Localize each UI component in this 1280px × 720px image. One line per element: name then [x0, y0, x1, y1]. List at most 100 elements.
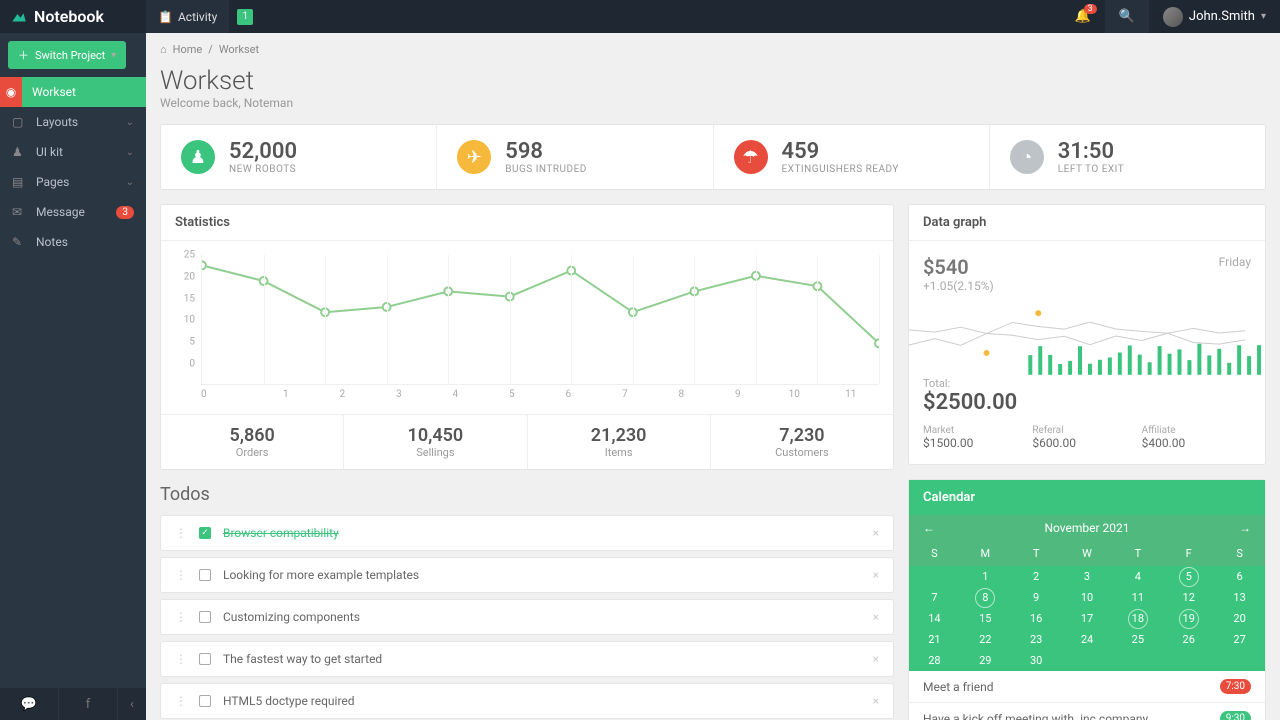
cal-day[interactable]: 7 — [909, 587, 960, 608]
cal-day[interactable]: 23 — [1011, 629, 1062, 650]
cal-day[interactable]: 29 — [960, 650, 1011, 671]
activity-button[interactable]: 📋 Activity — [146, 0, 229, 33]
search-button[interactable]: 🔍 — [1105, 0, 1149, 33]
todo-delete[interactable]: × — [873, 526, 879, 540]
datagraph-title: Data graph — [909, 205, 1265, 241]
facebook-icon[interactable]: f — [59, 688, 118, 720]
nav-layouts[interactable]: ▢Layouts⌄ — [0, 107, 146, 137]
cal-day[interactable]: 25 — [1112, 629, 1163, 650]
cal-day[interactable]: 26 — [1163, 629, 1214, 650]
drag-handle[interactable]: ⋮ — [175, 652, 187, 666]
stats-row: ♟52,000NEW ROBOTS✈598BUGS INTRUDED☂459EX… — [160, 124, 1266, 190]
cal-day[interactable]: 14 — [909, 608, 960, 629]
activity-count[interactable]: 1 — [237, 9, 253, 25]
cal-day — [1062, 650, 1113, 671]
cal-day[interactable]: 28 — [909, 650, 960, 671]
notifications-button[interactable]: 🔔 3 — [1061, 0, 1105, 33]
stat-label: LEFT TO EXIT — [1058, 164, 1124, 175]
chat-icon[interactable]: 💬 — [0, 688, 59, 720]
cal-dow: S — [1214, 541, 1265, 566]
cal-day — [1112, 650, 1163, 671]
stat-cell: ♟52,000NEW ROBOTS — [161, 125, 437, 189]
todo-delete[interactable]: × — [873, 652, 879, 666]
todo-checkbox[interactable] — [199, 611, 211, 623]
nav-workset[interactable]: ◉Workset — [0, 77, 146, 107]
nav-icon: ▢ — [12, 115, 26, 129]
nav-icon: ▤ — [12, 175, 26, 189]
cal-day — [1163, 650, 1214, 671]
todo-checkbox[interactable] — [199, 695, 211, 707]
cal-day[interactable]: 21 — [909, 629, 960, 650]
event-time: 7:30 — [1220, 679, 1251, 694]
breadcrumb-current: Workset — [219, 43, 259, 56]
drag-handle[interactable]: ⋮ — [175, 526, 187, 540]
stat-cell: ✈598BUGS INTRUDED — [437, 125, 713, 189]
cal-day[interactable]: 17 — [1062, 608, 1113, 629]
cal-next[interactable]: → — [1239, 521, 1251, 535]
cal-day[interactable]: 1 — [960, 566, 1011, 587]
user-name: John.Smith — [1189, 9, 1255, 24]
cal-day[interactable]: 2 — [1011, 566, 1062, 587]
datagraph-break: Affiliate$400.00 — [1142, 425, 1251, 450]
drag-handle[interactable]: ⋮ — [175, 568, 187, 582]
collapse-sidebar[interactable]: ‹ — [118, 688, 146, 720]
chart-footer-cell: 5,860Orders — [161, 415, 344, 469]
stat-cell: ◔31:50LEFT TO EXIT — [990, 125, 1265, 189]
nav-pages[interactable]: ▤Pages⌄ — [0, 167, 146, 197]
nav-notes[interactable]: ✎Notes — [0, 227, 146, 257]
cal-prev[interactable]: ← — [923, 521, 935, 535]
todo-delete[interactable]: × — [873, 610, 879, 624]
activity-icon: 📋 — [158, 10, 173, 24]
drag-handle[interactable]: ⋮ — [175, 694, 187, 708]
user-menu[interactable]: John.Smith ▾ — [1149, 0, 1280, 33]
todo-text: HTML5 doctype required — [223, 694, 355, 708]
stat-icon: ♟ — [181, 140, 215, 174]
calendar-event[interactable]: Have a kick off meeting with .inc compan… — [909, 703, 1265, 720]
cal-day[interactable]: 22 — [960, 629, 1011, 650]
todo-checkbox[interactable] — [199, 653, 211, 665]
cal-day[interactable]: 24 — [1062, 629, 1113, 650]
cal-day[interactable]: 4 — [1112, 566, 1163, 587]
stat-cell: ☂459EXTINGUISHERS READY — [714, 125, 990, 189]
cal-day[interactable]: 19 — [1163, 608, 1214, 629]
search-icon: 🔍 — [1119, 9, 1135, 24]
calendar-event[interactable]: Meet a friend7:30 — [909, 671, 1265, 703]
drag-handle[interactable]: ⋮ — [175, 610, 187, 624]
cal-day[interactable]: 10 — [1062, 587, 1113, 608]
breadcrumb-home[interactable]: Home — [173, 43, 203, 56]
todo-delete[interactable]: × — [873, 694, 879, 708]
cal-day[interactable]: 18 — [1112, 608, 1163, 629]
nav-icon: ◉ — [0, 77, 22, 107]
cal-day[interactable]: 13 — [1214, 587, 1265, 608]
brand-logo[interactable]: Notebook — [0, 7, 146, 26]
cal-day[interactable]: 16 — [1011, 608, 1062, 629]
avatar — [1163, 7, 1183, 27]
todos-title: Todos — [160, 484, 894, 505]
cal-day[interactable]: 9 — [1011, 587, 1062, 608]
nav-message[interactable]: ✉Message3 — [0, 197, 146, 227]
cal-day[interactable]: 8 — [960, 587, 1011, 608]
todo-item: ⋮Customizing components× — [160, 599, 894, 635]
stat-value: 459 — [782, 139, 899, 164]
cal-dow: F — [1163, 541, 1214, 566]
todo-checkbox[interactable] — [199, 569, 211, 581]
stat-value: 52,000 — [229, 139, 297, 164]
stat-icon: ☂ — [734, 140, 768, 174]
cal-day[interactable]: 27 — [1214, 629, 1265, 650]
todo-text: The fastest way to get started — [223, 652, 382, 666]
todo-delete[interactable]: × — [873, 568, 879, 582]
cal-day — [1214, 650, 1265, 671]
todo-item: ⋮ HTML5 doctype required × — [160, 683, 894, 719]
todo-checkbox[interactable]: ✓ — [199, 527, 211, 539]
cal-day[interactable]: 11 — [1112, 587, 1163, 608]
cal-day[interactable]: 20 — [1214, 608, 1265, 629]
cal-day[interactable]: 12 — [1163, 587, 1214, 608]
switch-project-button[interactable]: ＋ Switch Project ▾ — [8, 41, 126, 69]
cal-day[interactable]: 6 — [1214, 566, 1265, 587]
cal-day[interactable]: 15 — [960, 608, 1011, 629]
nav-ui-kit[interactable]: ♟UI kit⌄ — [0, 137, 146, 167]
cal-day[interactable]: 5 — [1163, 566, 1214, 587]
stat-value: 598 — [505, 139, 587, 164]
cal-day[interactable]: 30 — [1011, 650, 1062, 671]
cal-day[interactable]: 3 — [1062, 566, 1113, 587]
